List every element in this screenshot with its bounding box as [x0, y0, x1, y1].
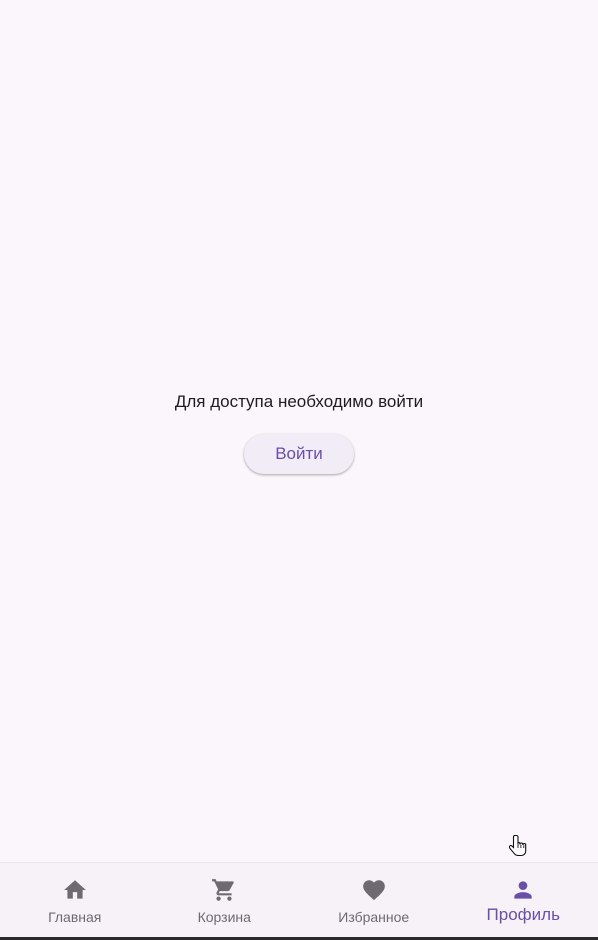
nav-item-label: Избранное	[338, 909, 410, 925]
nav-item-profile[interactable]: Профиль	[449, 863, 598, 937]
hand-cursor-icon	[509, 834, 527, 857]
login-required-message: Для доступа необходимо войти	[174, 392, 424, 411]
nav-item-cart[interactable]: Корзина	[150, 863, 300, 937]
nav-item-label: Корзина	[197, 909, 251, 925]
cart-icon	[212, 879, 235, 901]
person-icon	[514, 881, 532, 899]
login-button[interactable]: Войти	[244, 434, 354, 474]
nav-item-label: Профиль	[486, 905, 560, 924]
nav-item-home[interactable]: Главная	[0, 863, 150, 937]
login-prompt: Для доступа необходимо войти Войти	[0, 390, 598, 474]
heart-icon	[362, 880, 385, 901]
nav-item-favorites[interactable]: Избранное	[299, 863, 449, 937]
bottom-navigation-bar: Главная Корзина Избранное Профиль	[0, 862, 598, 937]
nav-item-label: Главная	[48, 909, 102, 925]
app-screen: Для доступа необходимо войти Войти Главн…	[0, 0, 598, 940]
home-icon	[63, 880, 86, 899]
